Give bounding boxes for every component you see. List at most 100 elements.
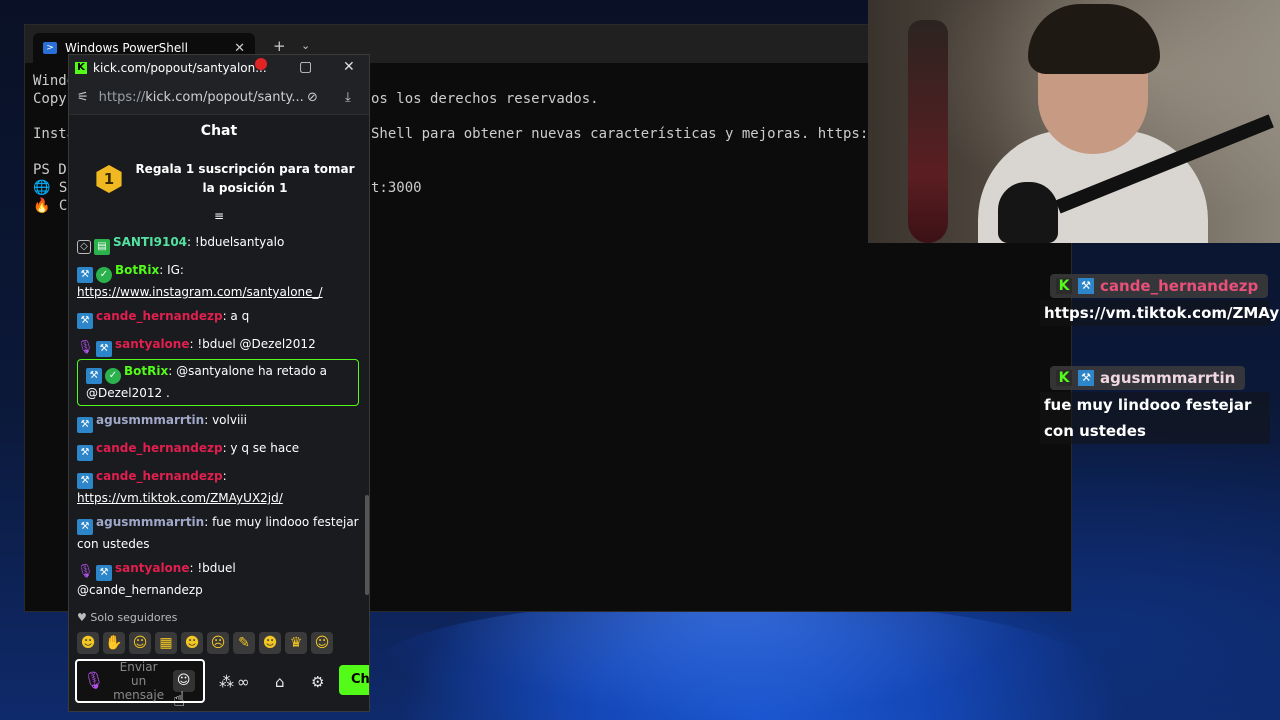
chat-text: : !bduelsantyalo [187, 235, 285, 249]
url-rest: kick.com/popout/santy... [145, 90, 304, 105]
pinned-collapse-icon[interactable]: ≡ [211, 210, 227, 222]
infinity-icon[interactable]: ∞ [237, 673, 250, 691]
emote-icon[interactable]: ✋ [103, 632, 125, 654]
ps-line: PS D [33, 162, 67, 178]
overlay-username: agusmmmarrtin [1100, 369, 1236, 387]
chat-username[interactable]: BotRix [124, 364, 168, 378]
emote-icon[interactable]: ☺ [129, 632, 151, 654]
webcam-feed [868, 0, 1280, 243]
chat-username[interactable]: cande_hernandezp [96, 441, 223, 455]
chat-message[interactable]: ⚒ ✓ BotRix: IG: https://www.instagram.com/s… [77, 261, 359, 302]
ps-line: os los derechos reservados. [371, 91, 599, 107]
emote-icon[interactable]: ☹ [207, 632, 229, 654]
gift-sub-text: Regala 1 suscripción para tomar la posic… [135, 162, 355, 195]
emote-icon[interactable]: ♛ [285, 632, 307, 654]
hammer-icon: ⚒ [77, 473, 93, 489]
emote-icon[interactable]: ☻ [181, 632, 203, 654]
emote-icon[interactable]: ✎ [233, 632, 255, 654]
kick-icon: K [1056, 278, 1072, 294]
kick-window-title: kick.com/popout/santyalon... [93, 61, 267, 75]
chat-username[interactable]: agusmmmarrtin [96, 515, 204, 529]
site-settings-icon[interactable]: ⚟ [77, 90, 89, 105]
new-tab-icon[interactable]: + [273, 37, 286, 55]
hammer-icon: ⚒ [86, 368, 102, 384]
mic-icon: 🎙 [77, 564, 94, 579]
chat-header: Chat [200, 123, 238, 139]
eye-off-icon[interactable]: ⊘ [307, 90, 318, 105]
hammer-icon: ⚒ [96, 565, 112, 581]
store-icon[interactable]: ⌂ [275, 673, 285, 691]
emote-icon[interactable]: ☺ [311, 632, 333, 654]
hammer-icon: ⚒ [77, 417, 93, 433]
emote-bar[interactable]: ☻ ✋ ☺ ▦ ☻ ☹ ✎ ☻ ♛ ☺ [77, 631, 367, 655]
powershell-tab-title: Windows PowerShell [65, 41, 188, 55]
kick-popout-window[interactable]: K kick.com/popout/santyalon... ▢ ✕ ⚟ htt… [68, 54, 370, 712]
send-chat-button[interactable]: Ch [339, 665, 369, 695]
chat-scrollbar[interactable] [365, 495, 369, 595]
gift-sub-banner[interactable]: 1 Regala 1 suscripción para tomar la pos… [69, 147, 369, 211]
heart-icon: ♥ [77, 611, 87, 624]
ps-line: Copy [33, 91, 67, 107]
cam-person-hair [1028, 4, 1160, 74]
maximize-icon[interactable]: ▢ [299, 59, 312, 75]
overlay-username: cande_hernandezp [1100, 277, 1259, 295]
chat-message[interactable]: ⚒ cande_hernandezp: https://vm.tiktok.com/… [77, 467, 359, 508]
chat-username[interactable]: cande_hernandezp [96, 309, 223, 323]
cam-microphone [998, 182, 1058, 243]
close-icon[interactable]: ✕ [343, 59, 355, 75]
hammer-icon: ⚒ [1078, 278, 1094, 294]
chat-text: : y q se hace [222, 441, 300, 455]
wallpaper-swirl [370, 600, 1090, 720]
powershell-icon: > [43, 42, 57, 54]
chat-text: : [222, 469, 227, 483]
chat-message[interactable]: ◇ ▤ SANTI9104: !bduelsantyalo [77, 233, 359, 255]
followers-only-notice: ♥ Solo seguidores [77, 611, 177, 624]
chat-message[interactable]: ⚒ cande_hernandezp: a q [77, 307, 359, 329]
cam-guitar [908, 20, 948, 243]
mouse-cursor-icon: ☝ [173, 687, 186, 711]
chat-link[interactable]: https://vm.tiktok.com/ZMAyUX2jd/ [77, 491, 283, 505]
chat-message[interactable]: 🎙 ⚒ santyalone: !bduel @Dezel2012 [77, 335, 359, 357]
kick-icon: K [1056, 370, 1072, 386]
chat-username[interactable]: cande_hernandezp [96, 469, 223, 483]
chat-username[interactable]: santyalone [115, 337, 189, 351]
mic-icon[interactable]: 🎙 [83, 671, 105, 691]
emote-icon[interactable]: ▦ [155, 632, 177, 654]
chat-username[interactable]: agusmmmarrtin [96, 413, 204, 427]
hammer-icon: ⚒ [77, 313, 93, 329]
chat-text: : !bduel @Dezel2012 [189, 337, 316, 351]
overlay-user-badge: K ⚒ agusmmmarrtin [1050, 366, 1246, 390]
message-composer[interactable]: 🎙 Enviar un mensaje ☺ [75, 659, 205, 703]
chat-link[interactable]: https://www.instagram.com/santyalone_/ [77, 285, 323, 299]
ps-line: Shell para obtener nuevas característica… [371, 126, 869, 142]
gift-badge-icon: ▤ [94, 239, 110, 255]
hammer-icon: ⚒ [77, 267, 93, 283]
chat-message-highlighted[interactable]: ⚒ ✓ BotRix: @santyalone ha retado a @Dezel… [77, 359, 359, 406]
message-input[interactable]: Enviar un mensaje [111, 660, 167, 702]
pin-icon[interactable] [255, 58, 267, 70]
chat-message[interactable]: ⚒ cande_hernandezp: y q se hace [77, 439, 359, 461]
verified-icon: ✓ [105, 368, 121, 384]
chat-message[interactable]: ⚒ agusmmmarrtin: volviii [77, 411, 359, 433]
rank-badge: 1 [96, 165, 122, 193]
download-icon[interactable]: ⤓ [345, 90, 351, 105]
chat-text: : @santyalone ha retado a @Dezel2012 . [86, 364, 327, 400]
chat-username[interactable]: santyalone [115, 561, 189, 575]
address-bar[interactable]: ⚟ https://kick.com/popout/santy... ⊘ ⤓ [69, 81, 369, 115]
gear-icon[interactable]: ⚙ [311, 673, 324, 691]
chevron-down-icon[interactable]: ⌄ [301, 39, 310, 52]
followers-only-label: Solo seguidores [90, 611, 178, 624]
people-icon[interactable]: ⁂ [219, 673, 234, 691]
overlay-user-badge: K ⚒ cande_hernandezp [1050, 274, 1269, 298]
chat-message[interactable]: ⚒ agusmmmarrtin: fue muy lindooo festejar… [77, 513, 359, 554]
chat-text: : IG: [159, 263, 184, 277]
hex-badge-icon: ◇ [77, 240, 91, 254]
chat-message[interactable]: 🎙 ⚒ santyalone: !bduel @cande_hernandezp [77, 559, 359, 600]
hammer-icon: ⚒ [77, 445, 93, 461]
chat-username[interactable]: BotRix [115, 263, 159, 277]
emote-icon[interactable]: ☻ [77, 632, 99, 654]
kick-titlebar: K kick.com/popout/santyalon... ▢ ✕ [69, 55, 369, 81]
emote-icon[interactable]: ☻ [259, 632, 281, 654]
chat-username[interactable]: SANTI9104 [113, 235, 187, 249]
url-prefix: https:// [98, 90, 146, 105]
